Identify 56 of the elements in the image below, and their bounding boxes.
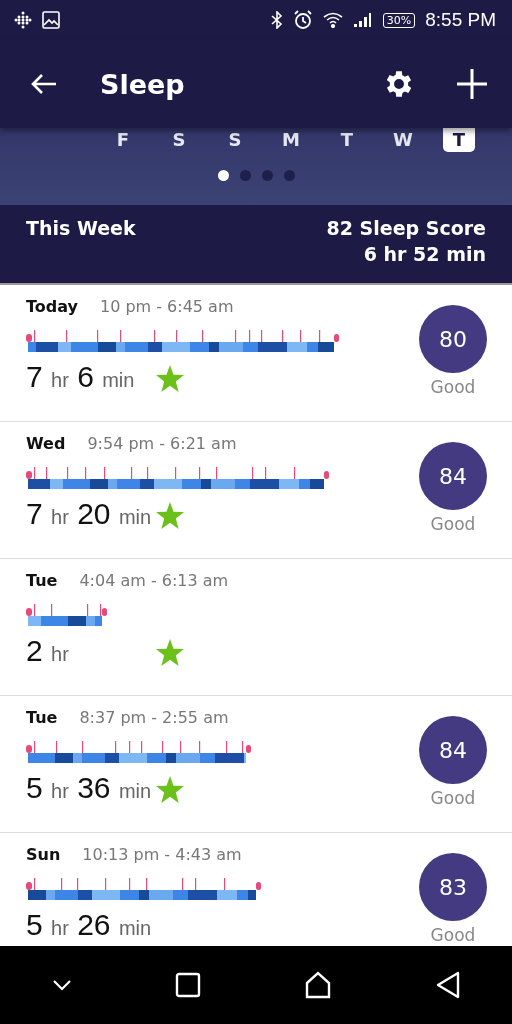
- day-tab[interactable]: T: [331, 128, 363, 152]
- day-tab[interactable]: M: [275, 128, 307, 152]
- log-time-range: 9:54 pm - 6:21 am: [87, 434, 237, 453]
- sleep-duration: 7 hr 20 min: [26, 496, 153, 532]
- log-day: Tue: [26, 571, 58, 590]
- week-average-duration: 6 hr 52 min: [363, 243, 486, 265]
- sleep-score: 84: [419, 716, 487, 784]
- week-sleep-score: 82 Sleep Score: [326, 217, 486, 239]
- page-dot[interactable]: [217, 170, 229, 181]
- page-dot[interactable]: [239, 170, 251, 181]
- day-tab[interactable]: W: [387, 128, 419, 152]
- wifi-icon: [322, 12, 343, 28]
- signal-icon: [352, 12, 373, 28]
- fitbit-dots-icon: [14, 11, 32, 29]
- log-time-range: 10 pm - 6:45 am: [99, 297, 234, 316]
- sleep-log-row[interactable]: Tue 4:04 am - 6:13 am 2 hr: [0, 559, 512, 696]
- back-button[interactable]: [30, 72, 58, 96]
- log-time-range: 8:37 pm - 2:55 am: [79, 708, 229, 727]
- sleep-log-row[interactable]: Tue 8:37 pm - 2:55 am 5 hr 36 min 84 Good: [0, 696, 512, 833]
- week-label: This Week: [26, 217, 136, 241]
- log-time-range: 4:04 am - 6:13 am: [79, 571, 229, 590]
- score-rating: Good: [430, 925, 476, 945]
- day-tab[interactable]: F: [107, 128, 139, 152]
- day-tab[interactable]: S: [219, 128, 251, 152]
- log-day: Wed: [26, 434, 66, 453]
- score-rating: Good: [430, 514, 476, 534]
- page-dot[interactable]: [283, 170, 295, 181]
- sleep-score: 84: [419, 442, 487, 510]
- log-day: Today: [26, 297, 78, 316]
- sleep-score: 83: [419, 853, 487, 921]
- sleep-duration: 5 hr 36 min: [26, 770, 153, 806]
- log-time-range: 10:13 pm - 4:43 am: [82, 845, 242, 864]
- add-button[interactable]: [456, 68, 488, 100]
- recents-button[interactable]: [174, 972, 201, 998]
- page-title: Sleep: [100, 68, 186, 100]
- alarm-icon: [292, 10, 313, 30]
- sleep-log-row[interactable]: Wed 9:54 pm - 6:21 am 7 hr 20 min 84 Good: [0, 422, 512, 559]
- page-dot[interactable]: [261, 170, 273, 181]
- sleep-duration: 2 hr: [26, 633, 70, 669]
- sleep-log-row[interactable]: Today 10 pm - 6:45 am 7 hr 6 min 80 Good: [0, 285, 512, 422]
- home-button[interactable]: [303, 971, 332, 999]
- log-day: Sun: [26, 845, 61, 864]
- back-nav-button[interactable]: [434, 971, 461, 999]
- sleep-score: 80: [419, 305, 487, 373]
- image-icon: [42, 11, 60, 29]
- day-tab[interactable]: S: [163, 128, 195, 152]
- sleep-duration: 7 hr 6 min: [26, 359, 136, 395]
- log-day: Tue: [26, 708, 58, 727]
- battery-level: 30%: [382, 12, 416, 28]
- bluetooth-icon: [270, 11, 283, 29]
- sleep-duration: 5 hr 26 min: [26, 907, 153, 943]
- day-tab[interactable]: T: [443, 128, 475, 152]
- chevron-down-button[interactable]: [51, 979, 72, 991]
- score-rating: Good: [430, 788, 476, 808]
- score-rating: Good: [430, 377, 476, 397]
- clock-time: 8:55 PM: [425, 9, 496, 31]
